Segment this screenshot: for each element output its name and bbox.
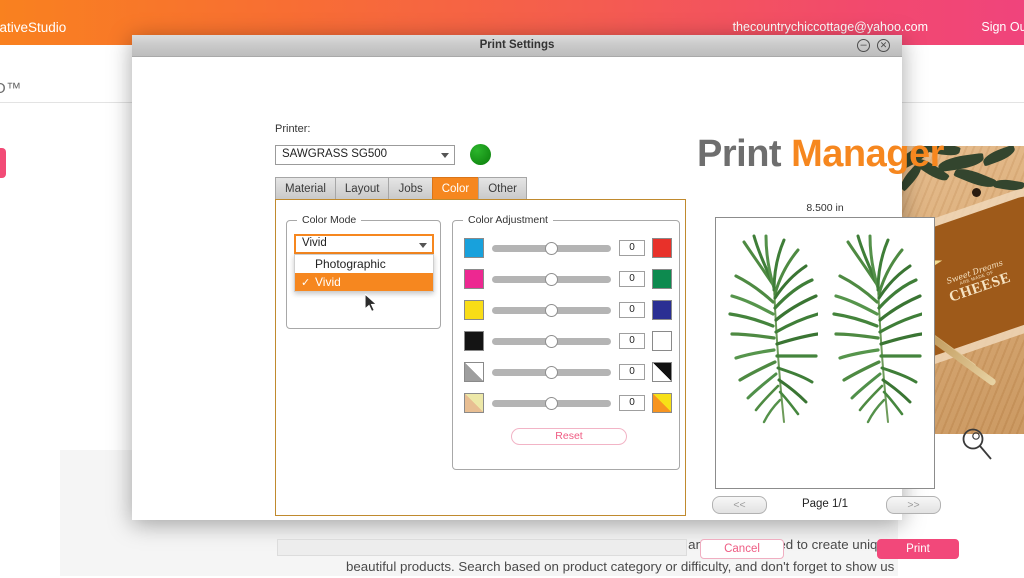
magnifier-icon[interactable] (960, 427, 994, 468)
blue-swatch (652, 300, 672, 320)
minimize-icon[interactable]: – (857, 39, 870, 52)
orange-yellow-swatch (652, 393, 672, 413)
chevron-down-icon (419, 243, 427, 248)
black-swatch (464, 331, 484, 351)
adjust-row-magenta-green: 0 (464, 266, 672, 292)
progress-bar (277, 539, 687, 556)
tab-material[interactable]: Material (275, 177, 335, 200)
preview-width-label: 8.500 in (715, 202, 935, 214)
adjust-row-grey-contrast: 0 (464, 359, 672, 385)
tab-color[interactable]: Color (432, 177, 478, 200)
adjust-row-yellow-blue: 0 (464, 297, 672, 323)
site-brand: eativeStudio (0, 20, 66, 35)
printer-status-indicator (470, 144, 491, 165)
settings-tabs: Material Layout Jobs Color Other (275, 177, 527, 200)
print-manager-logo: Print Manager (697, 133, 944, 176)
yellow-slider[interactable] (492, 307, 611, 314)
color-mode-group-title: Color Mode (297, 214, 361, 226)
adjust-row-tan-saturation: 0 (464, 390, 672, 416)
sign-out-link[interactable]: Sign Out (981, 20, 1024, 34)
print-preview-page[interactable] (715, 217, 935, 489)
dialog-body: Printer: SAWGRASS SG500 Print Manager Ma… (132, 57, 902, 520)
slider-knob[interactable] (545, 366, 558, 379)
side-tab-button[interactable] (0, 148, 6, 178)
slider-knob[interactable] (545, 397, 558, 410)
magenta-slider[interactable] (492, 276, 611, 283)
tan-gradient-swatch (464, 393, 484, 413)
cyan-value-field[interactable]: 0 (619, 240, 645, 256)
option-label: Photographic (315, 257, 386, 271)
color-mode-option-photographic[interactable]: Photographic (295, 255, 433, 273)
olive-fruit-icon (972, 188, 981, 197)
yellow-swatch (464, 300, 484, 320)
user-email-label: thecountrychiccottage@yahoo.com (733, 20, 928, 34)
tab-layout[interactable]: Layout (335, 177, 389, 200)
color-adjustment-group: Color Adjustment 0 0 0 (452, 220, 680, 470)
previous-page-button[interactable]: << (712, 496, 767, 514)
next-page-button[interactable]: >> (886, 496, 941, 514)
subnav-label: O™ (0, 80, 22, 97)
black-value-field[interactable]: 0 (619, 333, 645, 349)
tab-other[interactable]: Other (478, 177, 527, 200)
black-white-swatch (652, 362, 672, 382)
yellow-value-field[interactable]: 0 (619, 302, 645, 318)
grey-gradient-swatch (464, 362, 484, 382)
adjust-row-cyan-red: 0 (464, 235, 672, 261)
close-icon[interactable]: ✕ (877, 39, 890, 52)
color-tab-panel: Color Mode Vivid Photographic ✓ Vivid (275, 199, 686, 516)
adjust-row-black-white: 0 (464, 328, 672, 354)
red-swatch (652, 238, 672, 258)
logo-word-print: Print (697, 133, 781, 175)
print-settings-dialog: Print Settings – ✕ Printer: SAWGRASS SG5… (132, 35, 902, 520)
slider-knob[interactable] (545, 335, 558, 348)
color-mode-dropdown: Photographic ✓ Vivid (294, 254, 434, 292)
tab-jobs[interactable]: Jobs (388, 177, 431, 200)
slider-knob[interactable] (545, 242, 558, 255)
palm-frond-artwork (826, 224, 922, 439)
palm-frond-artwork (722, 224, 818, 439)
color-adjustment-group-title: Color Adjustment (463, 214, 553, 226)
black-slider[interactable] (492, 338, 611, 345)
printer-select[interactable]: SAWGRASS SG500 (275, 145, 455, 165)
cancel-button[interactable]: Cancel (700, 539, 784, 559)
color-mode-group: Color Mode Vivid Photographic ✓ Vivid (286, 220, 441, 329)
cyan-swatch (464, 238, 484, 258)
green-swatch (652, 269, 672, 289)
chevron-down-icon (441, 153, 449, 158)
grey-value-field[interactable]: 0 (619, 364, 645, 380)
color-mode-select[interactable]: Vivid (294, 234, 434, 254)
grey-slider[interactable] (492, 369, 611, 376)
color-mode-option-vivid[interactable]: ✓ Vivid (295, 273, 433, 291)
dialog-titlebar[interactable]: Print Settings – ✕ (132, 35, 902, 57)
color-mode-selected-value: Vivid (302, 237, 327, 249)
printer-label: Printer: (275, 123, 310, 135)
slider-knob[interactable] (545, 304, 558, 317)
print-button[interactable]: Print (877, 539, 959, 559)
saturation-slider[interactable] (492, 400, 611, 407)
check-icon: ✓ (301, 276, 315, 289)
magenta-value-field[interactable]: 0 (619, 271, 645, 287)
saturation-value-field[interactable]: 0 (619, 395, 645, 411)
page-indicator: Page 1/1 (772, 498, 878, 510)
magenta-swatch (464, 269, 484, 289)
cyan-slider[interactable] (492, 245, 611, 252)
printer-select-value: SAWGRASS SG500 (282, 148, 387, 160)
logo-word-manager: Manager (791, 133, 944, 175)
white-swatch (652, 331, 672, 351)
dialog-title: Print Settings (132, 39, 902, 51)
option-label: Vivid (315, 275, 341, 289)
reset-button[interactable]: Reset (511, 428, 627, 445)
slider-knob[interactable] (545, 273, 558, 286)
